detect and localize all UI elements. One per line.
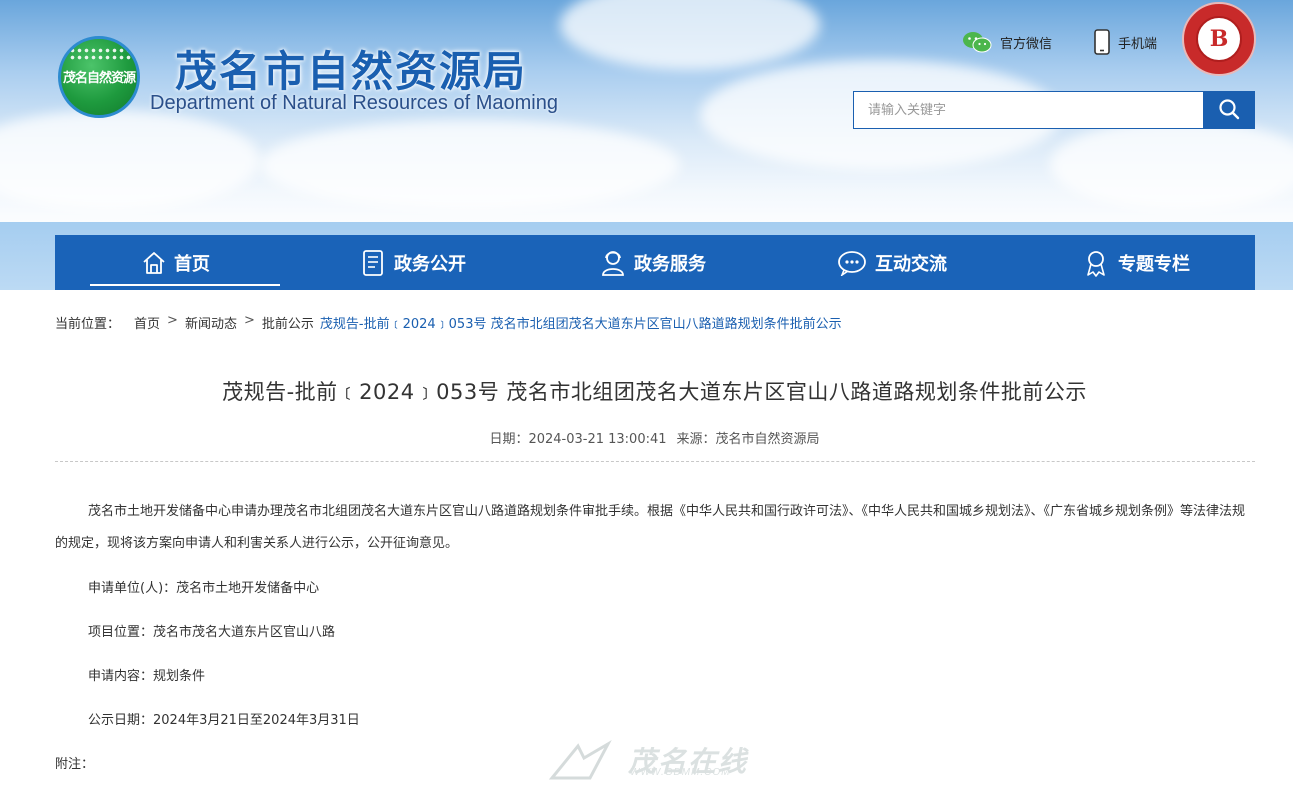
article-body: 茂名市土地开发储备中心申请办理茂名市北组团茂名大道东片区官山八路道路规划条件审批… bbox=[55, 504, 1246, 551]
source-label: 来源： bbox=[676, 432, 716, 447]
cloud-decoration bbox=[0, 110, 260, 210]
breadcrumb-separator: > bbox=[243, 313, 255, 328]
title-divider bbox=[55, 461, 1255, 462]
nav-item-interaction[interactable]: 互动交流 bbox=[837, 235, 947, 290]
date-label: 日期： bbox=[489, 432, 529, 447]
location-line: 项目位置：茂名市茂名大道东片区官山八路 bbox=[88, 625, 336, 640]
breadcrumb-item-home[interactable]: 首页 bbox=[134, 313, 160, 332]
wechat-icon bbox=[962, 30, 992, 54]
nav-item-government-services[interactable]: 政务服务 bbox=[600, 235, 706, 290]
mobile-link[interactable]: 手机端 bbox=[1094, 29, 1158, 55]
mobile-label: 手机端 bbox=[1118, 36, 1158, 52]
nav-label: 互动交流 bbox=[875, 253, 947, 275]
main-nav: 首页 政务公开 政务服务 互动交流 专题专栏 bbox=[55, 235, 1255, 290]
cloud-decoration bbox=[260, 120, 680, 210]
breadcrumb-item-news[interactable]: 新闻动态 bbox=[185, 313, 237, 332]
breadcrumb-separator: > bbox=[167, 313, 178, 328]
home-icon bbox=[142, 250, 166, 276]
breadcrumb-current[interactable]: 茂规告-批前﹝2024﹞053号 茂名市北组团茂名大道东片区官山八路道路规划条件… bbox=[320, 313, 842, 332]
article-title: 茂规告-批前﹝2024﹞053号 茂名市北组团茂名大道东片区官山八路道路规划条件… bbox=[222, 380, 1087, 404]
service-person-icon bbox=[600, 249, 626, 277]
note-line: 附注： bbox=[55, 757, 95, 772]
period-line: 公示日期：2024年3月21日至2024年3月31日 bbox=[88, 713, 360, 728]
nav-label: 专题专栏 bbox=[1118, 253, 1190, 275]
breadcrumb: 当前位置： 首页 > 新闻动态 > 批前公示 茂规告-批前﹝2024﹞053号 … bbox=[55, 313, 842, 332]
search-bar bbox=[853, 91, 1255, 129]
nav-item-special-topics[interactable]: 专题专栏 bbox=[1082, 235, 1190, 290]
search-icon bbox=[1218, 98, 1240, 123]
search-input[interactable] bbox=[853, 91, 1203, 129]
article-source: 茂名市自然资源局 bbox=[715, 432, 820, 447]
document-icon bbox=[360, 249, 386, 277]
watermark-logo-icon bbox=[548, 740, 612, 780]
watermark: 茂名在线 WWW.GDMM.COM bbox=[548, 740, 748, 782]
cloud-decoration bbox=[560, 0, 820, 70]
chat-icon bbox=[837, 250, 867, 276]
emblem-badge[interactable]: B bbox=[1182, 2, 1256, 76]
ribbon-icon bbox=[1082, 249, 1110, 277]
content-line: 申请内容：规划条件 bbox=[88, 669, 206, 684]
logo-dots bbox=[69, 47, 131, 61]
nav-label: 政务公开 bbox=[394, 253, 466, 275]
applicant-line: 申请单位(人)：茂名市土地开发储备中心 bbox=[88, 581, 320, 596]
article-meta: 日期：2024-03-21 13:00:41 来源：茂名市自然资源局 bbox=[0, 428, 1293, 447]
site-logo[interactable]: 茂名自然资源 bbox=[58, 36, 140, 118]
breadcrumb-item-notices[interactable]: 批前公示 bbox=[262, 313, 314, 332]
nav-label: 政务服务 bbox=[634, 253, 706, 275]
search-button[interactable] bbox=[1203, 91, 1255, 129]
site-title[interactable]: 茂名市自然资源局 bbox=[175, 38, 527, 99]
emblem-inner: B bbox=[1196, 16, 1242, 62]
article-date: 2024-03-21 13:00:41 bbox=[528, 432, 667, 447]
nav-item-government-affairs[interactable]: 政务公开 bbox=[360, 235, 466, 290]
wechat-link[interactable]: 官方微信 bbox=[962, 30, 1052, 54]
site-header: 茂名自然资源 茂名市自然资源局 Department of Natural Re… bbox=[0, 0, 1293, 235]
nav-item-home[interactable]: 首页 bbox=[90, 235, 280, 290]
breadcrumb-prefix: 当前位置： bbox=[55, 317, 121, 332]
nav-label: 首页 bbox=[174, 253, 210, 275]
wechat-label: 官方微信 bbox=[1000, 36, 1053, 52]
watermark-url: WWW.GDMM.COM bbox=[630, 767, 731, 778]
cloud-decoration bbox=[1050, 120, 1293, 210]
site-subtitle: Department of Natural Resources of Maomi… bbox=[150, 92, 558, 114]
logo-text: 茂名自然资源 bbox=[62, 71, 136, 86]
mobile-phone-icon bbox=[1094, 29, 1110, 55]
